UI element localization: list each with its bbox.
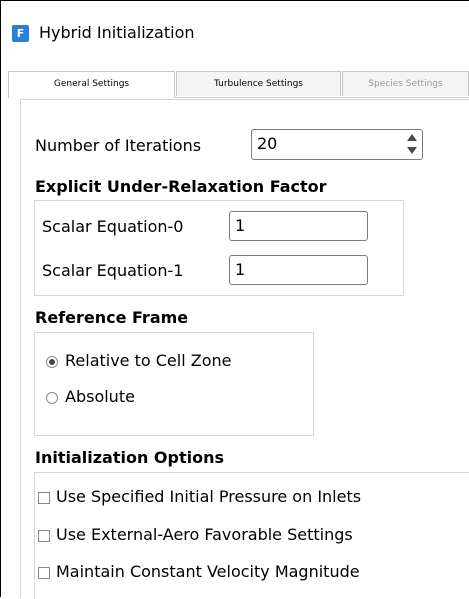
iterations-value: 20: [257, 134, 278, 153]
spin-up-icon[interactable]: [407, 134, 417, 141]
initialization-options-heading: Initialization Options: [35, 448, 225, 467]
iterations-label: Number of Iterations: [35, 136, 202, 155]
absolute-label[interactable]: Absolute: [65, 387, 135, 406]
spin-down-icon[interactable]: [407, 147, 417, 154]
scalar-equation-0-field[interactable]: 1: [229, 211, 368, 241]
tab-bar: General Settings Turbulence Settings Spe…: [8, 71, 469, 98]
iterations-stepper[interactable]: 20: [251, 129, 423, 160]
constant-velocity-magnitude-checkbox[interactable]: [38, 567, 50, 579]
scalar-equation-1-field[interactable]: 1: [229, 255, 368, 285]
relaxation-heading: Explicit Under-Relaxation Factor: [35, 177, 327, 196]
specified-initial-pressure-checkbox[interactable]: [38, 492, 50, 504]
hybrid-initialization-dialog: F Hybrid Initialization General Settings…: [0, 0, 469, 599]
fluent-app-icon: F: [12, 25, 29, 42]
window-title: Hybrid Initialization: [39, 23, 195, 42]
scalar-equation-1-label: Scalar Equation-1: [42, 261, 184, 280]
tab-species-settings: Species Settings: [342, 71, 469, 96]
external-aero-settings-label[interactable]: Use External-Aero Favorable Settings: [56, 525, 353, 544]
spinner-arrows-icon[interactable]: [407, 134, 417, 156]
app-icon-letter: F: [16, 27, 25, 40]
relative-to-cell-zone-radio[interactable]: [46, 356, 58, 368]
reference-frame-group: [34, 332, 314, 436]
scalar-equation-0-label: Scalar Equation-0: [42, 217, 184, 236]
general-settings-panel: Number of Iterations 20 Explicit Under-R…: [20, 99, 469, 599]
title-bar[interactable]: F Hybrid Initialization: [1, 1, 469, 61]
reference-frame-heading: Reference Frame: [35, 308, 189, 327]
specified-initial-pressure-label[interactable]: Use Specified Initial Pressure on Inlets: [56, 487, 361, 506]
tab-turbulence-settings[interactable]: Turbulence Settings: [176, 71, 341, 96]
relative-to-cell-zone-label[interactable]: Relative to Cell Zone: [65, 351, 231, 370]
constant-velocity-magnitude-label[interactable]: Maintain Constant Velocity Magnitude: [56, 562, 360, 581]
tab-general-settings[interactable]: General Settings: [8, 71, 175, 98]
absolute-radio[interactable]: [46, 392, 58, 404]
external-aero-settings-checkbox[interactable]: [38, 530, 50, 542]
